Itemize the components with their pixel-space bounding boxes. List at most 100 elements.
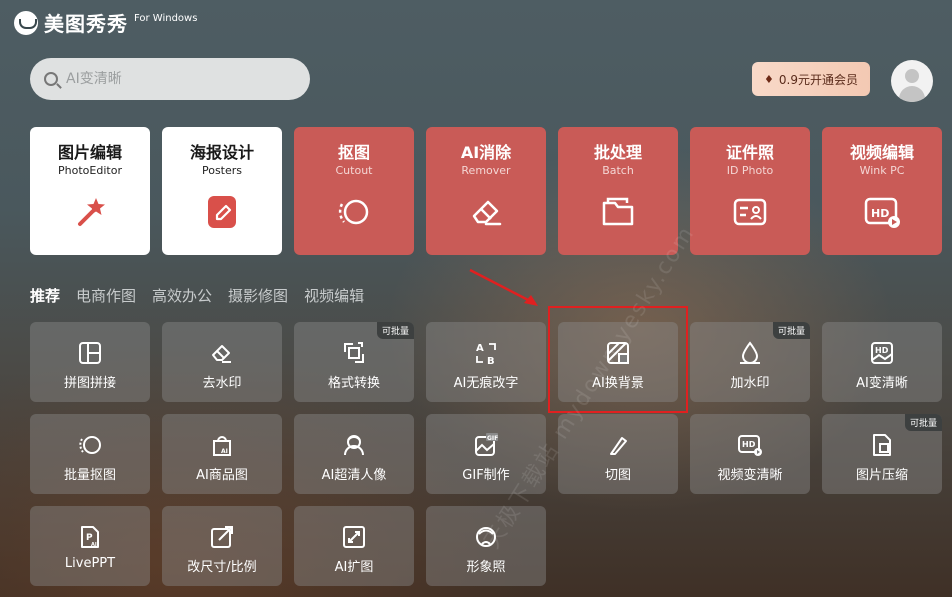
eraser-icon bbox=[472, 200, 502, 226]
tool-ai-sharpen[interactable]: HD AI变清晰 bbox=[822, 322, 942, 402]
tool-label: AI变清晰 bbox=[856, 376, 908, 391]
tool-grid: 拼图拼接 去水印 可批量 格式转换 AB AI无痕改字 AI换背景 可批量 加水… bbox=[30, 322, 942, 586]
card-video-editor[interactable]: 视频编辑 Wink PC HD bbox=[822, 127, 942, 255]
svg-text:GIF: GIF bbox=[487, 435, 498, 442]
hd-video-icon: HD bbox=[864, 197, 900, 228]
tool-video-sharpen[interactable]: HD 视频变清晰 bbox=[690, 414, 810, 494]
tool-label: 加水印 bbox=[730, 376, 770, 391]
tool-label: LivePPT bbox=[64, 556, 116, 571]
card-subtitle: ID Photo bbox=[726, 164, 774, 177]
eraser-icon bbox=[212, 345, 231, 363]
svg-text:B: B bbox=[487, 356, 495, 366]
svg-text:HD: HD bbox=[742, 440, 756, 449]
tool-resize[interactable]: 改尺寸/比例 bbox=[162, 506, 282, 586]
gif-icon: GIF bbox=[475, 433, 498, 456]
annotation-arrow bbox=[469, 268, 538, 306]
svg-text:HD: HD bbox=[875, 346, 889, 355]
tool-label: 拼图拼接 bbox=[63, 376, 116, 391]
tool-batch-cutout[interactable]: 批量抠图 bbox=[30, 414, 150, 494]
card-subtitle: PhotoEditor bbox=[58, 164, 122, 177]
tab-ecommerce[interactable]: 电商作图 bbox=[76, 285, 136, 306]
compress-icon bbox=[873, 434, 891, 456]
card-photo-editor[interactable]: 图片编辑 PhotoEditor bbox=[30, 127, 150, 255]
vip-button[interactable]: ♦ 0.9元开通会员 bbox=[752, 62, 870, 96]
app-subtitle: For Windows bbox=[134, 13, 198, 24]
knife-icon bbox=[610, 437, 627, 455]
search-bar[interactable] bbox=[30, 58, 310, 100]
tool-compress[interactable]: 可批量 图片压缩 bbox=[822, 414, 942, 494]
card-subtitle: Cutout bbox=[335, 164, 373, 177]
id-card-icon bbox=[733, 198, 767, 226]
tool-label: AI扩图 bbox=[334, 560, 374, 575]
card-subtitle: Wink PC bbox=[859, 164, 905, 177]
magic-wand-icon bbox=[78, 198, 105, 226]
tab-photo-retouch[interactable]: 摄影修图 bbox=[228, 285, 288, 306]
vip-label: 0.9元开通会员 bbox=[778, 72, 858, 87]
expand-image-icon bbox=[343, 526, 365, 548]
app-title-bar: 美图秀秀 For Windows bbox=[14, 8, 197, 37]
card-id-photo[interactable]: 证件照 ID Photo bbox=[690, 127, 810, 255]
tool-label: 去水印 bbox=[202, 376, 242, 391]
tool-label: AI无痕改字 bbox=[453, 376, 519, 391]
svg-text:AI: AI bbox=[221, 448, 228, 455]
tool-remove-watermark[interactable]: 去水印 bbox=[162, 322, 282, 402]
app-logo-icon bbox=[14, 10, 38, 35]
svg-text:AI: AI bbox=[91, 542, 97, 548]
tool-label: 格式转换 bbox=[327, 376, 380, 391]
search-icon bbox=[44, 72, 58, 86]
avatar[interactable] bbox=[891, 60, 933, 102]
diamond-icon: ♦ bbox=[764, 72, 774, 86]
tool-label: AI超清人像 bbox=[321, 468, 387, 483]
card-remover[interactable]: AI消除 Remover bbox=[426, 127, 546, 255]
batch-cutout-icon bbox=[79, 436, 101, 454]
card-posters[interactable]: 海报设计 Posters bbox=[162, 127, 282, 255]
card-subtitle: Posters bbox=[201, 164, 243, 177]
batch-badge: 可批量 bbox=[772, 322, 810, 339]
cutout-icon bbox=[338, 199, 369, 225]
tool-add-watermark[interactable]: 可批量 加水印 bbox=[690, 322, 810, 402]
tool-liveppt[interactable]: P AI LivePPT bbox=[30, 506, 150, 586]
category-tabs: 推荐 电商作图 高效办公 摄影修图 视频编辑 bbox=[30, 285, 364, 306]
hd-video-icon: HD bbox=[738, 435, 762, 456]
svg-text:A: A bbox=[476, 343, 484, 354]
tool-label: AI商品图 bbox=[196, 468, 248, 483]
tool-collage[interactable]: 拼图拼接 bbox=[30, 322, 150, 402]
tool-ai-text-edit[interactable]: AB AI无痕改字 bbox=[426, 322, 546, 402]
format-convert-icon bbox=[344, 342, 364, 363]
tool-label: 视频变清晰 bbox=[717, 468, 783, 483]
ab-text-icon: AB bbox=[476, 343, 496, 366]
tool-ai-portrait[interactable]: AI超清人像 bbox=[294, 414, 414, 494]
tool-label: 改尺寸/比例 bbox=[187, 560, 257, 575]
card-title: 视频编辑 bbox=[849, 143, 914, 162]
card-title: 抠图 bbox=[337, 143, 370, 162]
tab-video-editing[interactable]: 视频编辑 bbox=[304, 285, 364, 306]
tab-office[interactable]: 高效办公 bbox=[152, 285, 212, 306]
product-bag-icon: AI bbox=[213, 436, 231, 456]
ppt-icon: PAI bbox=[81, 526, 99, 548]
tool-ai-product[interactable]: AI AI商品图 bbox=[162, 414, 282, 494]
batch-badge: 可批量 bbox=[904, 414, 942, 431]
watermark-drop-icon bbox=[740, 341, 760, 364]
card-title: 海报设计 bbox=[189, 143, 254, 162]
search-input[interactable] bbox=[66, 71, 286, 87]
card-title: 图片编辑 bbox=[57, 143, 122, 162]
tool-label: 切图 bbox=[604, 468, 631, 483]
batch-badge: 可批量 bbox=[376, 322, 414, 339]
svg-text:HD: HD bbox=[871, 207, 889, 220]
card-title: AI消除 bbox=[460, 143, 512, 162]
tab-recommended[interactable]: 推荐 bbox=[30, 285, 60, 306]
folder-icon bbox=[602, 197, 634, 226]
card-batch[interactable]: 批处理 Batch bbox=[558, 127, 678, 255]
portrait-icon bbox=[344, 435, 364, 456]
collage-icon bbox=[79, 342, 101, 364]
resize-icon bbox=[211, 526, 233, 548]
hd-image-icon: HD bbox=[871, 342, 893, 364]
tool-label: 图片压缩 bbox=[855, 468, 908, 483]
main-feature-row: 图片编辑 PhotoEditor 海报设计 Posters 抠图 Cutout … bbox=[30, 127, 942, 255]
tool-ai-expand[interactable]: AI扩图 bbox=[294, 506, 414, 586]
card-subtitle: Remover bbox=[461, 164, 511, 177]
card-cutout[interactable]: 抠图 Cutout bbox=[294, 127, 414, 255]
app-title: 美图秀秀 bbox=[44, 12, 128, 36]
tool-label: 批量抠图 bbox=[63, 468, 116, 483]
tool-format-convert[interactable]: 可批量 格式转换 bbox=[294, 322, 414, 402]
